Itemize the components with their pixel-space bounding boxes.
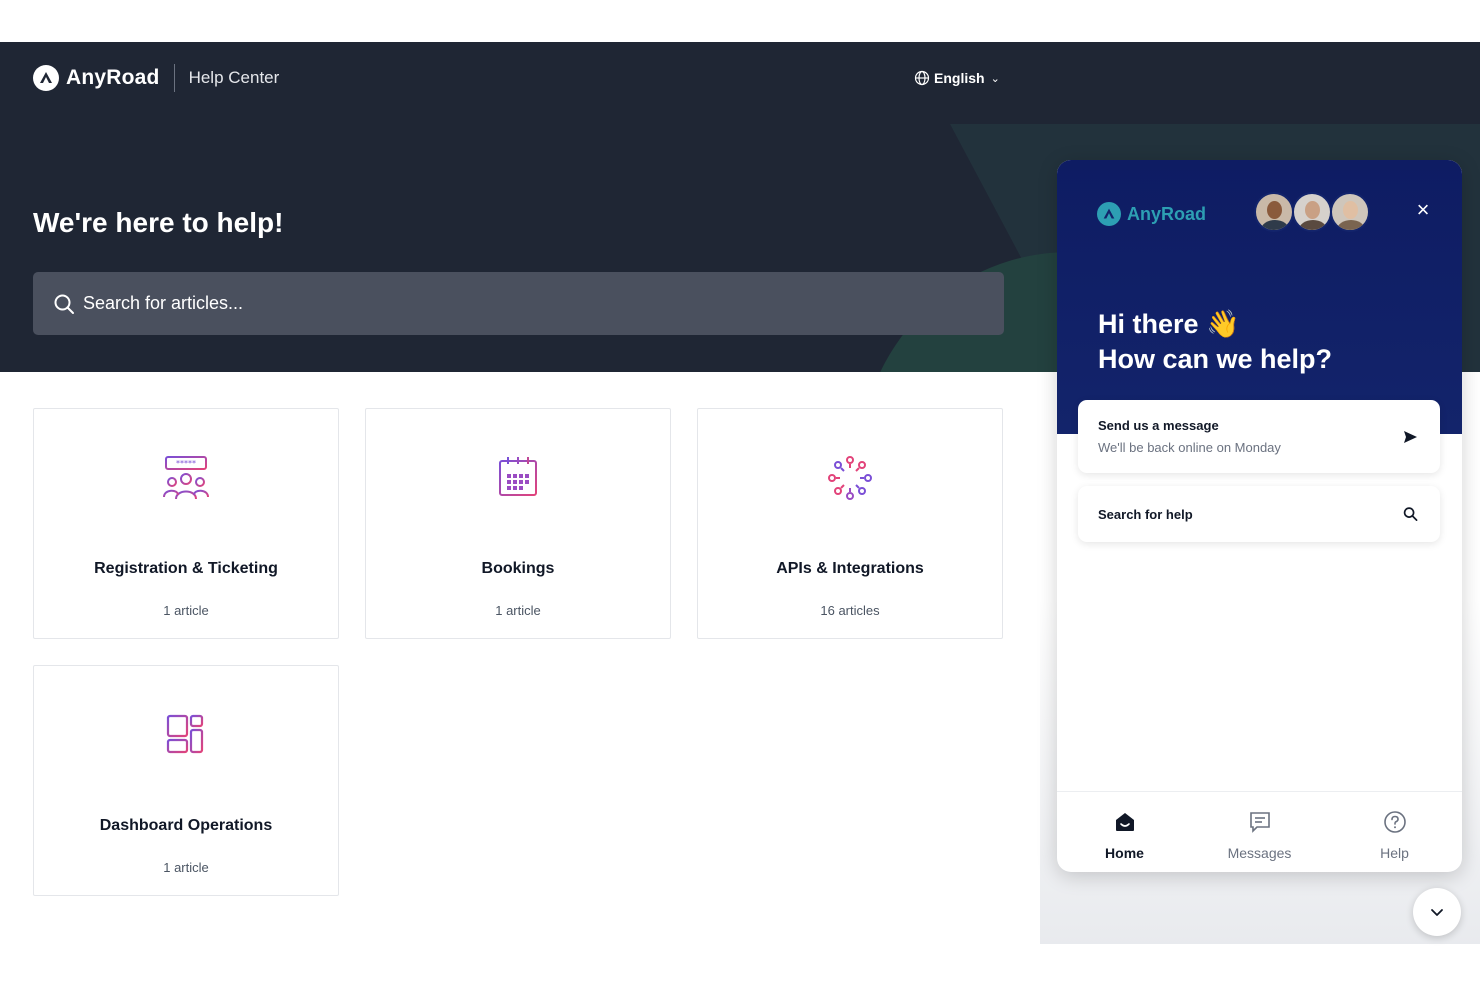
collection-title: APIs & Integrations: [776, 560, 924, 577]
page-title: We're here to help!: [33, 207, 284, 238]
collection-article-count: 1 article: [163, 603, 209, 618]
help-icon: [1327, 810, 1462, 834]
tab-home[interactable]: Home: [1057, 792, 1192, 872]
integrations-icon: [698, 455, 1002, 505]
language-selector[interactable]: English ⌄: [914, 70, 1000, 86]
people-ticket-icon: *****: [34, 455, 338, 505]
messenger-header: AnyRoad × Hi there 👋 How can we help?: [1057, 160, 1462, 434]
search-icon: [53, 293, 75, 315]
messenger-nav: Home Messages Help: [1057, 791, 1462, 872]
tab-messages[interactable]: Messages: [1192, 792, 1327, 872]
chevron-down-icon: ⌄: [990, 72, 1000, 85]
logo-divider: [173, 64, 175, 92]
tab-label: Messages: [1227, 845, 1292, 861]
messenger-widget: AnyRoad × Hi there 👋 How can we help? Se…: [1057, 160, 1462, 872]
tab-label: Home: [1105, 845, 1144, 861]
avatar: [1254, 192, 1294, 232]
collection-article-count: 16 articles: [820, 603, 880, 618]
home-icon: [1057, 810, 1192, 834]
messenger-greeting: Hi there 👋 How can we help?: [1098, 307, 1332, 377]
brand-name: AnyRoad: [66, 66, 160, 89]
send-message-title: Send us a message: [1098, 418, 1219, 433]
svg-text:*****: *****: [176, 459, 196, 468]
help-center-label: Help Center: [188, 68, 280, 87]
avatar: [1330, 192, 1370, 232]
minimize-messenger-button[interactable]: [1413, 888, 1461, 936]
search-icon: [1403, 507, 1418, 522]
language-label: English: [934, 70, 985, 86]
collection-title: Dashboard Operations: [99, 817, 273, 834]
close-icon[interactable]: ×: [1413, 199, 1433, 221]
brand-logo[interactable]: AnyRoad Help Center: [33, 64, 279, 92]
collection-article-count: 1 article: [495, 603, 541, 618]
dashboard-icon: [34, 712, 338, 762]
calendar-icon: [366, 455, 670, 505]
anyroad-logo-icon: [33, 65, 59, 91]
anyroad-logo-icon: [1097, 202, 1121, 226]
collection-title: Registration & Ticketing: [94, 560, 278, 577]
messages-icon: [1192, 810, 1327, 834]
article-search-input[interactable]: Search for articles...: [33, 272, 1004, 335]
team-avatars: [1254, 192, 1370, 232]
avatar: [1292, 192, 1332, 232]
greeting-line: How can we help?: [1098, 344, 1333, 374]
messenger-logo: AnyRoad: [1097, 202, 1206, 226]
collection-card-apis[interactable]: APIs & Integrations 16 articles: [697, 408, 1003, 639]
send-message-button[interactable]: Send us a message We'll be back online o…: [1078, 400, 1440, 473]
search-placeholder: Search for articles...: [83, 293, 244, 313]
send-message-subtitle: We'll be back online on Monday: [1098, 440, 1281, 455]
top-bar: AnyRoad Help Center English ⌄: [0, 42, 1480, 114]
search-help-label: Search for help: [1098, 507, 1193, 522]
search-help-input[interactable]: Search for help: [1078, 486, 1440, 542]
send-arrow-icon: [1402, 429, 1418, 445]
collection-card-registration[interactable]: ***** Registration & Ticketing 1 article: [33, 408, 339, 639]
chevron-down-icon: [1431, 909, 1443, 916]
globe-icon: [914, 70, 930, 86]
tab-label: Help: [1380, 845, 1409, 861]
messenger-brand: AnyRoad: [1127, 203, 1207, 224]
greeting-line: Hi there 👋: [1098, 309, 1240, 339]
collection-card-dashboard[interactable]: Dashboard Operations 1 article: [33, 665, 339, 896]
tab-help[interactable]: Help: [1327, 792, 1462, 872]
collection-title: Bookings: [481, 560, 555, 577]
collection-article-count: 1 article: [163, 860, 209, 875]
collection-card-bookings[interactable]: Bookings 1 article: [365, 408, 671, 639]
